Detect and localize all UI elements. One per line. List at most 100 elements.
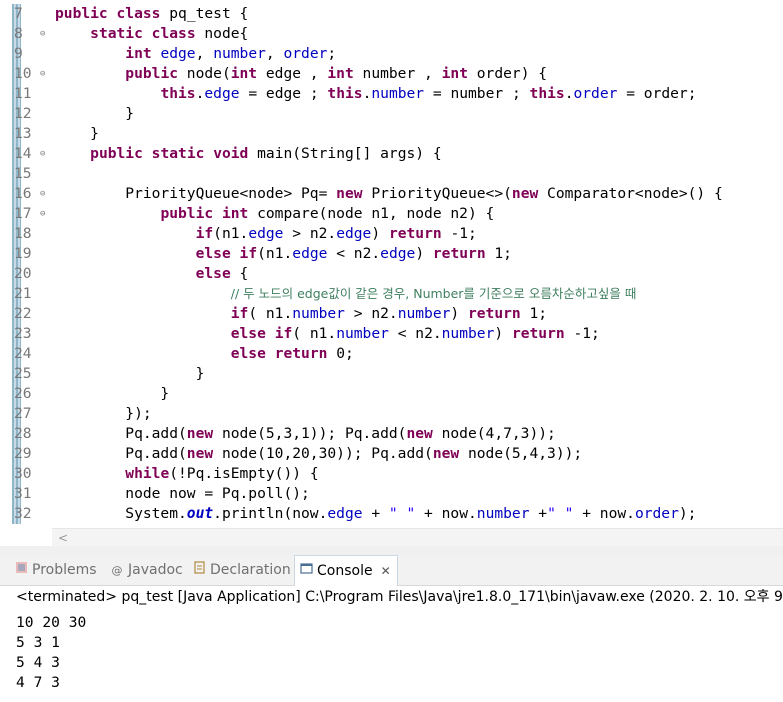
code-token: new bbox=[406, 425, 433, 442]
code-line[interactable]: }); bbox=[55, 404, 151, 424]
code-line[interactable]: } bbox=[55, 364, 205, 384]
declaration-icon bbox=[192, 556, 206, 586]
line-number-text: 22 bbox=[14, 305, 32, 322]
code-token: 1; bbox=[520, 305, 548, 322]
line-number: 32 bbox=[14, 504, 44, 524]
code-token: public bbox=[55, 5, 108, 22]
code-line[interactable]: static class node{ bbox=[55, 24, 248, 44]
code-token: ) bbox=[450, 305, 468, 322]
code-token: { bbox=[230, 265, 249, 282]
code-token: + bbox=[529, 505, 548, 522]
line-number: 31 bbox=[14, 484, 44, 504]
line-number: 27 bbox=[14, 404, 44, 424]
tab-problems[interactable]: Problems bbox=[14, 555, 97, 585]
code-token: if bbox=[195, 225, 214, 242]
code-editor[interactable]: 7 8 ⊖ 9 10 ⊖ 11 12 13 14 ⊖ 15 16 ⊖ 17 ⊖ 18 19 20 21 22 23 24 25… bbox=[0, 0, 783, 528]
code-token: = edge ; bbox=[239, 85, 328, 102]
console-view[interactable]: <terminated> pq_test [Java Application] … bbox=[0, 586, 783, 702]
code-token: new bbox=[186, 445, 214, 462]
code-token: number bbox=[371, 85, 425, 102]
code-token: 1; bbox=[485, 245, 512, 262]
code-token: number bbox=[397, 305, 451, 322]
code-line[interactable]: // 두 노드의 edge값이 같은 경우, Number를 기준으로 오름차순… bbox=[55, 284, 637, 304]
line-number: 10 ⊖ bbox=[14, 64, 45, 84]
code-token: else bbox=[195, 265, 231, 282]
line-number-text: 7 bbox=[14, 5, 23, 22]
fold-toggle-icon[interactable]: ⊖ bbox=[40, 64, 45, 84]
code-token: int bbox=[230, 65, 258, 82]
code-line[interactable]: System.out.println(now.edge + " " + now.… bbox=[55, 504, 696, 524]
code-token: node( bbox=[178, 65, 231, 82]
fold-toggle-icon[interactable]: ⊖ bbox=[40, 24, 45, 44]
code-line[interactable]: Pq.add(new node(5,3,1)); Pq.add(new node… bbox=[55, 424, 556, 444]
code-line[interactable]: else return 0; bbox=[55, 344, 354, 364]
line-number-text: 17 bbox=[14, 205, 32, 222]
horizontal-scrollbar[interactable]: < bbox=[52, 528, 783, 547]
code-line[interactable]: Pq.add(new node(10,20,30)); Pq.add(new n… bbox=[55, 444, 582, 464]
code-line[interactable]: PriorityQueue<node> Pq= new PriorityQueu… bbox=[55, 184, 723, 204]
code-token: return bbox=[467, 305, 521, 322]
code-token: PriorityQueue<>( bbox=[362, 185, 512, 202]
code-token: number bbox=[292, 305, 345, 322]
close-icon[interactable]: ✕ bbox=[381, 564, 391, 578]
code-line[interactable]: if( n1.number > n2.number) return 1; bbox=[55, 304, 547, 324]
panel-separator[interactable] bbox=[0, 546, 783, 555]
code-line[interactable]: public static void main(String[] args) { bbox=[55, 144, 441, 164]
code-token: node(5,4,3)); bbox=[459, 445, 583, 462]
code-line[interactable]: else if( n1.number < n2.number) return -… bbox=[55, 324, 600, 344]
bottom-panel-tabs: Problems @ Javadoc Declaration Console ✕ bbox=[0, 555, 783, 586]
line-number: 23 bbox=[14, 324, 44, 344]
code-token: node(4,7,3)); bbox=[432, 425, 556, 442]
at-icon: @ bbox=[111, 564, 123, 577]
line-number: 7 bbox=[14, 4, 44, 24]
code-token: return bbox=[274, 345, 328, 362]
code-token: public bbox=[125, 65, 179, 82]
code-line[interactable]: public int compare(node n1, node n2) { bbox=[55, 204, 494, 224]
line-number: 30 bbox=[14, 464, 44, 484]
code-token: else bbox=[230, 345, 266, 362]
code-line[interactable]: node now = Pq.poll(); bbox=[55, 484, 310, 504]
code-line[interactable]: this.edge = edge ; this.number = number … bbox=[55, 84, 696, 104]
fold-toggle-icon[interactable]: ⊖ bbox=[40, 144, 45, 164]
code-line[interactable]: public node(int edge , int number , int … bbox=[55, 64, 547, 84]
line-number-text: 14 bbox=[14, 145, 32, 162]
tab-declaration[interactable]: Declaration bbox=[192, 555, 291, 585]
code-token: number bbox=[441, 325, 495, 342]
code-line[interactable]: public class pq_test { bbox=[55, 4, 248, 24]
code-token: new bbox=[511, 185, 539, 202]
console-output-line: 4 7 3 bbox=[16, 674, 60, 691]
code-line[interactable]: else { bbox=[55, 264, 249, 284]
code-token: ; bbox=[327, 45, 337, 62]
line-number-text: 31 bbox=[14, 485, 32, 502]
code-token: number bbox=[336, 325, 389, 342]
fold-toggle-icon[interactable]: ⊖ bbox=[40, 184, 45, 204]
line-number-text: 16 bbox=[14, 185, 32, 202]
tab-javadoc[interactable]: @ Javadoc bbox=[110, 555, 183, 585]
line-number-text: 9 bbox=[14, 45, 23, 62]
tab-console[interactable]: Console ✕ bbox=[294, 555, 398, 586]
code-token: class bbox=[151, 25, 196, 42]
code-token: } bbox=[55, 365, 205, 382]
code-line[interactable]: } bbox=[55, 384, 169, 404]
code-token: + now. bbox=[415, 505, 477, 522]
line-number-text: 20 bbox=[14, 265, 32, 282]
code-token: " " bbox=[547, 505, 574, 522]
scroll-left-icon[interactable]: < bbox=[58, 529, 68, 547]
code-line[interactable]: int edge, number, order; bbox=[55, 44, 336, 64]
code-token: order bbox=[634, 505, 679, 522]
line-number-text: 26 bbox=[14, 385, 32, 402]
code-line[interactable]: if(n1.edge > n2.edge) return -1; bbox=[55, 224, 477, 244]
code-token: Comparator<node>() { bbox=[538, 185, 723, 202]
fold-toggle-icon[interactable]: ⊖ bbox=[40, 204, 45, 224]
code-line[interactable]: while(!Pq.isEmpty()) { bbox=[55, 464, 318, 484]
code-line[interactable]: } bbox=[55, 104, 134, 124]
code-line[interactable]: } bbox=[55, 124, 99, 144]
line-number-text: 12 bbox=[14, 105, 32, 122]
code-token: -1; bbox=[564, 325, 600, 342]
code-token: compare(node n1, node n2) { bbox=[248, 205, 495, 222]
code-line[interactable]: else if(n1.edge < n2.edge) return 1; bbox=[55, 244, 512, 264]
